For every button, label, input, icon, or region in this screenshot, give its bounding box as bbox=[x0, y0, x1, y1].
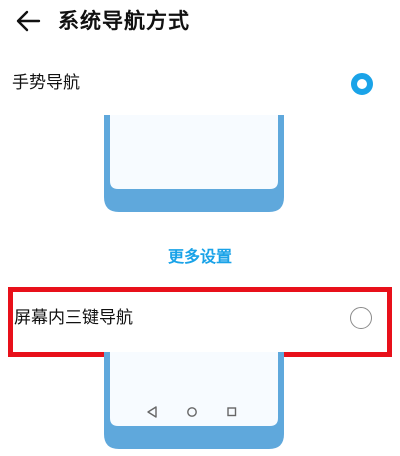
radio-button-unselected[interactable] bbox=[350, 307, 372, 329]
option-label: 手势导航 bbox=[12, 73, 80, 93]
option-gesture-navigation[interactable]: 手势导航 bbox=[0, 63, 400, 103]
arrow-left-icon bbox=[16, 10, 41, 32]
gesture-navigation-preview bbox=[104, 115, 284, 212]
header: 系统导航方式 bbox=[0, 0, 400, 46]
option-label: 屏幕内三键导航 bbox=[14, 308, 133, 328]
three-key-navigation-preview bbox=[104, 352, 284, 449]
page-title: 系统导航方式 bbox=[58, 9, 190, 33]
option-three-key-navigation[interactable]: 屏幕内三键导航 bbox=[0, 298, 400, 338]
radio-button-selected[interactable] bbox=[351, 73, 373, 95]
more-settings-link[interactable]: 更多设置 bbox=[0, 243, 400, 271]
back-button[interactable] bbox=[10, 6, 46, 36]
